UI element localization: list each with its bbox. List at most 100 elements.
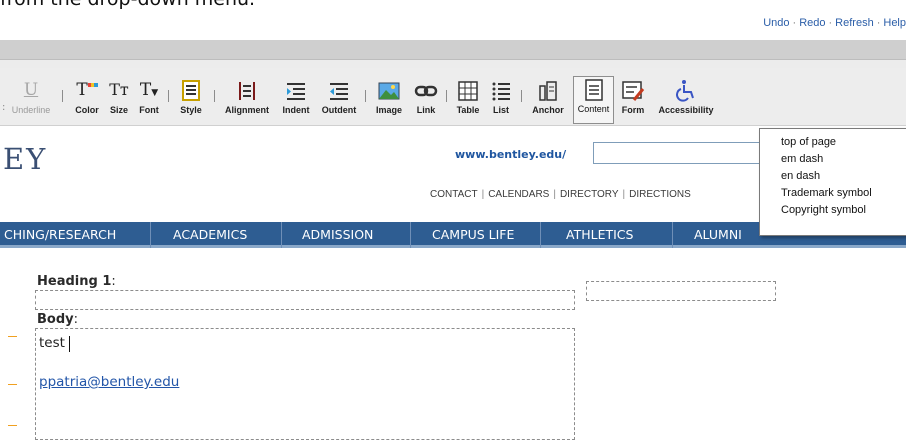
menu-item-en-dash[interactable]: en dash bbox=[781, 168, 906, 185]
sidebar-field[interactable] bbox=[586, 281, 776, 301]
toolbar-separator bbox=[214, 90, 215, 102]
table-button[interactable]: Table bbox=[451, 78, 485, 124]
accessibility-label: Accessibility bbox=[658, 105, 714, 115]
content-label: Content bbox=[577, 104, 610, 114]
alignment-button[interactable]: Alignment bbox=[219, 78, 275, 124]
email-link[interactable]: ppatria@bentley.edu bbox=[39, 374, 179, 390]
size-label: Size bbox=[109, 105, 128, 115]
toolbar-top-strip bbox=[0, 60, 906, 68]
calendars-link[interactable]: CALENDARS bbox=[488, 189, 549, 200]
toolbar-separator bbox=[365, 90, 366, 102]
alignment-label: Alignment bbox=[225, 105, 269, 115]
site-logo-fragment: EY bbox=[3, 142, 48, 176]
editor-top-links: Undo · Redo · Refresh · Help bbox=[763, 17, 906, 29]
underline-icon: U bbox=[23, 80, 39, 100]
anchor-button[interactable]: Anchor bbox=[526, 78, 570, 124]
nav-teaching-research[interactable]: CHING/RESEARCH bbox=[4, 222, 116, 248]
font-label: Font bbox=[139, 105, 159, 115]
separator: · bbox=[828, 17, 833, 29]
site-search-input[interactable] bbox=[593, 142, 773, 164]
form-label: Form bbox=[621, 105, 645, 115]
list-icon bbox=[492, 82, 510, 101]
nav-divider bbox=[410, 222, 411, 248]
color-icon: T bbox=[70, 78, 104, 104]
site-url: www.bentley.edu/ bbox=[455, 148, 567, 161]
chain-link-icon bbox=[414, 85, 438, 97]
indent-button[interactable]: Indent bbox=[276, 78, 316, 124]
list-label: List bbox=[492, 105, 509, 115]
side-marker bbox=[8, 384, 17, 385]
toolbar-separator bbox=[168, 90, 169, 102]
instruction-text: from the drop-down menu. bbox=[0, 0, 906, 10]
form-icon bbox=[622, 81, 645, 101]
content-icon bbox=[584, 79, 603, 101]
utility-links: CONTACT | CALENDARS | DIRECTORY | DIRECTIONS bbox=[430, 189, 691, 200]
list-button[interactable]: List bbox=[486, 78, 516, 124]
underline-label: Underline bbox=[11, 105, 51, 115]
outdent-icon bbox=[330, 83, 348, 100]
nav-athletics[interactable]: ATHLETICS bbox=[566, 222, 633, 248]
formatting-toolbar: : U Underline T Color Tт Size T▼ Font St… bbox=[0, 68, 906, 126]
table-icon bbox=[458, 81, 478, 101]
toolbar-separator bbox=[446, 90, 447, 102]
toolbar-separator bbox=[521, 90, 522, 102]
style-label: Style bbox=[180, 105, 202, 115]
size-button[interactable]: Tт Size bbox=[105, 78, 133, 124]
nav-divider bbox=[672, 222, 673, 248]
nav-alumni[interactable]: ALUMNI bbox=[694, 222, 742, 248]
form-button[interactable]: Form bbox=[616, 78, 650, 124]
text-caret bbox=[69, 336, 70, 352]
nav-academics[interactable]: ACADEMICS bbox=[173, 222, 247, 248]
indent-icon bbox=[287, 83, 305, 100]
menu-item-em-dash[interactable]: em dash bbox=[781, 151, 906, 168]
undo-link[interactable]: Undo bbox=[763, 17, 789, 29]
nav-divider bbox=[281, 222, 282, 248]
refresh-link[interactable]: Refresh bbox=[835, 17, 874, 29]
alignment-icon bbox=[239, 82, 255, 100]
menu-item-copyright-symbol[interactable]: Copyright symbol bbox=[781, 202, 906, 219]
accessibility-button[interactable]: Accessibility bbox=[652, 78, 720, 124]
content-dropdown-menu: top of page em dash en dash Trademark sy… bbox=[759, 128, 906, 236]
content-button[interactable]: Content bbox=[573, 76, 614, 124]
body-label: Body: bbox=[37, 312, 79, 327]
side-marker bbox=[8, 425, 17, 426]
side-marker bbox=[8, 336, 17, 337]
menu-item-top-of-page[interactable]: top of page bbox=[781, 134, 906, 151]
body-text: test bbox=[39, 335, 65, 351]
directions-link[interactable]: DIRECTIONS bbox=[629, 189, 691, 200]
directory-link[interactable]: DIRECTORY bbox=[560, 189, 619, 200]
table-label: Table bbox=[456, 105, 480, 115]
font-icon: T▼ bbox=[139, 80, 159, 100]
text-size-icon: Tт bbox=[109, 80, 129, 99]
accessibility-icon bbox=[676, 80, 694, 102]
image-button[interactable]: Image bbox=[370, 78, 408, 124]
link-button[interactable]: Link bbox=[410, 78, 442, 124]
nav-admission[interactable]: ADMISSION bbox=[302, 222, 373, 248]
indent-label: Indent bbox=[282, 105, 310, 115]
nav-divider bbox=[540, 222, 541, 248]
editor-header-band bbox=[0, 40, 906, 60]
nav-divider bbox=[150, 222, 151, 248]
outdent-label: Outdent bbox=[321, 105, 357, 115]
link-label: Link bbox=[416, 105, 436, 115]
anchor-label: Anchor bbox=[532, 105, 564, 115]
image-icon bbox=[378, 82, 400, 100]
style-icon bbox=[182, 80, 200, 101]
heading-1-label: Heading 1: bbox=[37, 274, 116, 289]
outdent-button[interactable]: Outdent bbox=[317, 78, 361, 124]
font-button[interactable]: T▼ Font bbox=[135, 78, 163, 124]
nav-campus-life[interactable]: CAMPUS LIFE bbox=[432, 222, 514, 248]
color-label: Color bbox=[75, 105, 99, 115]
help-link[interactable]: Help bbox=[883, 17, 906, 29]
heading-1-field[interactable] bbox=[35, 290, 575, 310]
contact-link[interactable]: CONTACT bbox=[430, 189, 478, 200]
clipped-divider: : bbox=[2, 102, 6, 113]
color-button[interactable]: T Color bbox=[70, 78, 104, 124]
style-button[interactable]: Style bbox=[173, 78, 209, 124]
underline-button[interactable]: U Underline bbox=[8, 78, 54, 124]
separator: · bbox=[876, 17, 881, 29]
toolbar-separator bbox=[62, 90, 63, 102]
menu-item-trademark-symbol[interactable]: Trademark symbol bbox=[781, 185, 906, 202]
anchor-icon bbox=[539, 81, 557, 101]
redo-link[interactable]: Redo bbox=[799, 17, 825, 29]
